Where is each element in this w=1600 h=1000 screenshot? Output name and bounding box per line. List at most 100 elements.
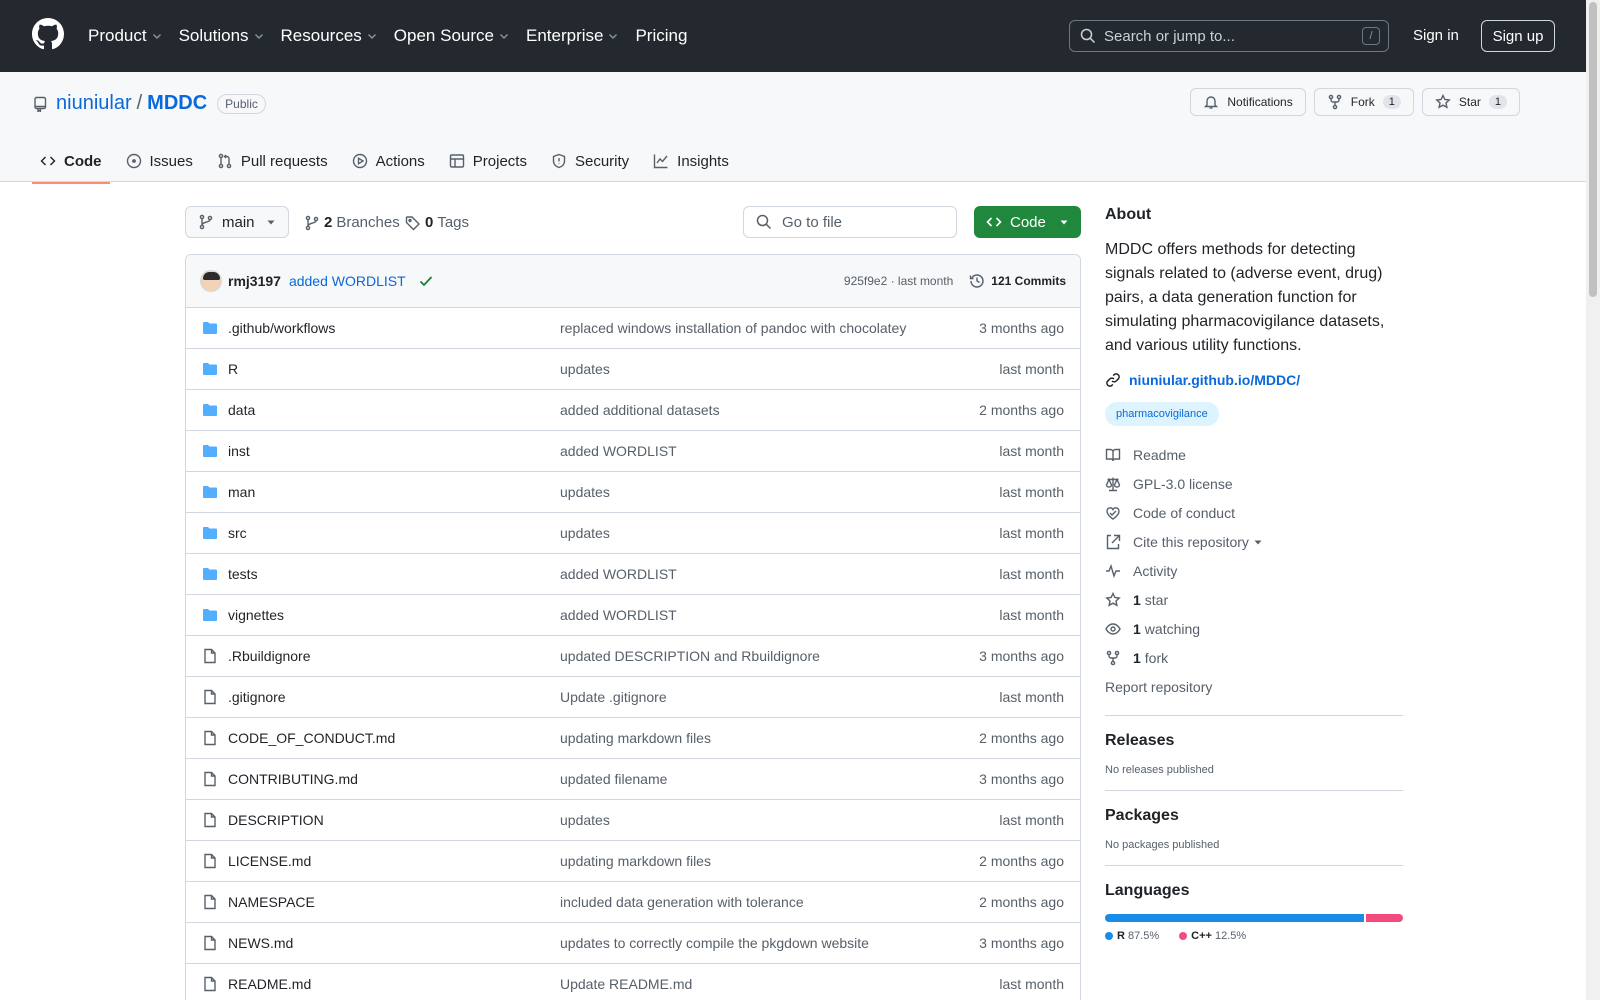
packages-empty-text: No packages published — [1105, 839, 1220, 851]
file-commit-message-link[interactable]: replaced windows installation of pandoc … — [560, 320, 906, 336]
table-row: CODE_OF_CONDUCT.md updating markdown file… — [186, 718, 1080, 759]
repo-name-link[interactable]: MDDC — [147, 92, 207, 115]
file-commit-message-link[interactable]: added WORDLIST — [560, 566, 677, 582]
caret-down-icon — [1254, 540, 1262, 544]
homepage-link[interactable]: niuniular.github.io/MDDC/ — [1105, 372, 1403, 388]
sidebar-item-readme[interactable]: Readme — [1105, 440, 1403, 469]
code-dropdown-button[interactable]: Code — [974, 206, 1081, 238]
file-commit-message-link[interactable]: updates — [560, 361, 610, 377]
visibility-badge: Public — [217, 93, 266, 114]
tab-security[interactable]: Security — [543, 140, 637, 182]
search-input[interactable]: Search or jump to... / — [1069, 20, 1389, 52]
file-commit-message-link[interactable]: updates — [560, 812, 610, 828]
file-commit-message-link[interactable]: Update .gitignore — [560, 689, 667, 705]
star-count: 1 — [1488, 95, 1507, 109]
releases-heading[interactable]: Releases — [1105, 732, 1403, 750]
file-name-link[interactable]: README.md — [228, 976, 560, 992]
commits-history-link[interactable]: 121 Commits — [969, 273, 1066, 289]
file-commit-message-link[interactable]: added additional datasets — [560, 402, 720, 418]
file-name-link[interactable]: data — [228, 402, 560, 418]
tab-actions[interactable]: Actions — [344, 140, 433, 182]
sidebar-item-watching[interactable]: 1 watching — [1105, 614, 1403, 643]
branches-link[interactable]: 2 Branches — [304, 214, 400, 231]
go-to-file-input[interactable]: Go to file — [743, 206, 957, 238]
search-shortcut-key: / — [1362, 27, 1380, 45]
tab-code[interactable]: Code — [32, 140, 110, 184]
file-name-link[interactable]: CONTRIBUTING.md — [228, 771, 560, 787]
sidebar-item-activity[interactable]: Activity — [1105, 556, 1403, 585]
about-meta-list: Readme GPL-3.0 license Code of conduct Cite… — [1105, 440, 1403, 672]
file-commit-message-link[interactable]: updating markdown files — [560, 853, 711, 869]
file-name-link[interactable]: src — [228, 525, 560, 541]
global-header: Product Solutions Resources Open Source Ente… — [0, 0, 1586, 72]
sidebar-item-count: 1 — [1133, 591, 1141, 608]
file-name-link[interactable]: .gitignore — [228, 689, 560, 705]
file-commit-message-link[interactable]: updates — [560, 525, 610, 541]
tags-link[interactable]: 0 Tags — [405, 214, 469, 231]
check-icon[interactable] — [418, 273, 434, 289]
file-name-link[interactable]: R — [228, 361, 560, 377]
tab-projects[interactable]: Projects — [441, 140, 535, 182]
github-logo-icon[interactable] — [32, 18, 64, 50]
global-nav-pricing[interactable]: Pricing — [635, 22, 695, 50]
global-nav-enterprise[interactable]: Enterprise — [526, 22, 627, 50]
file-name-link[interactable]: .github/workflows — [228, 320, 560, 336]
sidebar-item-star[interactable]: 1 star — [1105, 585, 1403, 614]
sign-up-button[interactable]: Sign up — [1481, 20, 1555, 52]
file-name-link[interactable]: .Rbuildignore — [228, 648, 560, 664]
tab-insights[interactable]: Insights — [645, 140, 737, 182]
language-item[interactable]: R 87.5% — [1105, 930, 1159, 942]
global-nav-product[interactable]: Product — [88, 22, 171, 50]
packages-heading[interactable]: Packages — [1105, 807, 1403, 825]
commit-author-link[interactable]: rmj3197 — [228, 273, 281, 289]
repo-path-separator: / — [136, 92, 143, 114]
tab-pull-requests[interactable]: Pull requests — [209, 140, 336, 182]
notifications-button[interactable]: Notifications — [1190, 88, 1306, 116]
file-name-link[interactable]: inst — [228, 443, 560, 459]
file-commit-message-link[interactable]: updating markdown files — [560, 730, 711, 746]
language-bar-segment — [1105, 914, 1364, 922]
file-commit-message-link[interactable]: included data generation with tolerance — [560, 894, 804, 910]
sign-in-link[interactable]: Sign in — [1413, 27, 1459, 44]
folder-icon — [203, 404, 217, 416]
page-scrollbar[interactable] — [1586, 0, 1600, 1000]
language-item[interactable]: C++ 12.5% — [1179, 930, 1246, 942]
folder-icon — [203, 445, 217, 457]
file-name-link[interactable]: NEWS.md — [228, 935, 560, 951]
file-commit-message-link[interactable]: added WORDLIST — [560, 443, 677, 459]
file-name-link[interactable]: DESCRIPTION — [228, 812, 560, 828]
file-name-link[interactable]: NAMESPACE — [228, 894, 560, 910]
file-commit-message-link[interactable]: updates to correctly compile the pkgdown… — [560, 935, 869, 951]
global-nav-solutions[interactable]: Solutions — [179, 22, 273, 50]
file-name-link[interactable]: man — [228, 484, 560, 500]
tab-issues[interactable]: Issues — [118, 140, 201, 182]
file-name-link[interactable]: CODE_OF_CONDUCT.md — [228, 730, 560, 746]
sidebar-item-code-of-conduct[interactable]: Code of conduct — [1105, 498, 1403, 527]
repo-owner-link[interactable]: niuniular — [56, 92, 132, 115]
commit-message-link[interactable]: added WORDLIST — [289, 273, 406, 289]
file-commit-message-link[interactable]: updates — [560, 484, 610, 500]
folder-icon — [203, 486, 217, 498]
commit-hash-time[interactable]: 925f9e2 · last month — [844, 274, 953, 288]
tab-label: Insights — [677, 152, 729, 170]
fork-button[interactable]: Fork 1 — [1313, 88, 1414, 116]
report-repository-link[interactable]: Report repository — [1105, 672, 1403, 701]
global-nav-resources[interactable]: Resources — [281, 22, 386, 50]
avatar[interactable] — [200, 270, 222, 292]
topic-tag[interactable]: pharmacovigilance — [1105, 402, 1219, 426]
sidebar-item-fork[interactable]: 1 fork — [1105, 643, 1403, 672]
file-name-link[interactable]: LICENSE.md — [228, 853, 560, 869]
branch-selector[interactable]: main — [185, 206, 289, 238]
sidebar-item-gpl-3-0-license[interactable]: GPL-3.0 license — [1105, 469, 1403, 498]
file-commit-message-link[interactable]: updated filename — [560, 771, 667, 787]
star-button[interactable]: Star 1 — [1421, 88, 1520, 116]
file-name-link[interactable]: vignettes — [228, 607, 560, 623]
sidebar-item-cite-this-repository[interactable]: Cite this repository — [1105, 527, 1403, 556]
releases-empty-text: No releases published — [1105, 764, 1214, 776]
global-nav-open-source[interactable]: Open Source — [394, 22, 518, 50]
file-commit-message-link[interactable]: added WORDLIST — [560, 607, 677, 623]
file-commit-message-link[interactable]: Update README.md — [560, 976, 692, 992]
file-name-link[interactable]: tests — [228, 566, 560, 582]
scrollbar-thumb[interactable] — [1589, 2, 1597, 297]
file-commit-message-link[interactable]: updated DESCRIPTION and Rbuildignore — [560, 648, 820, 664]
